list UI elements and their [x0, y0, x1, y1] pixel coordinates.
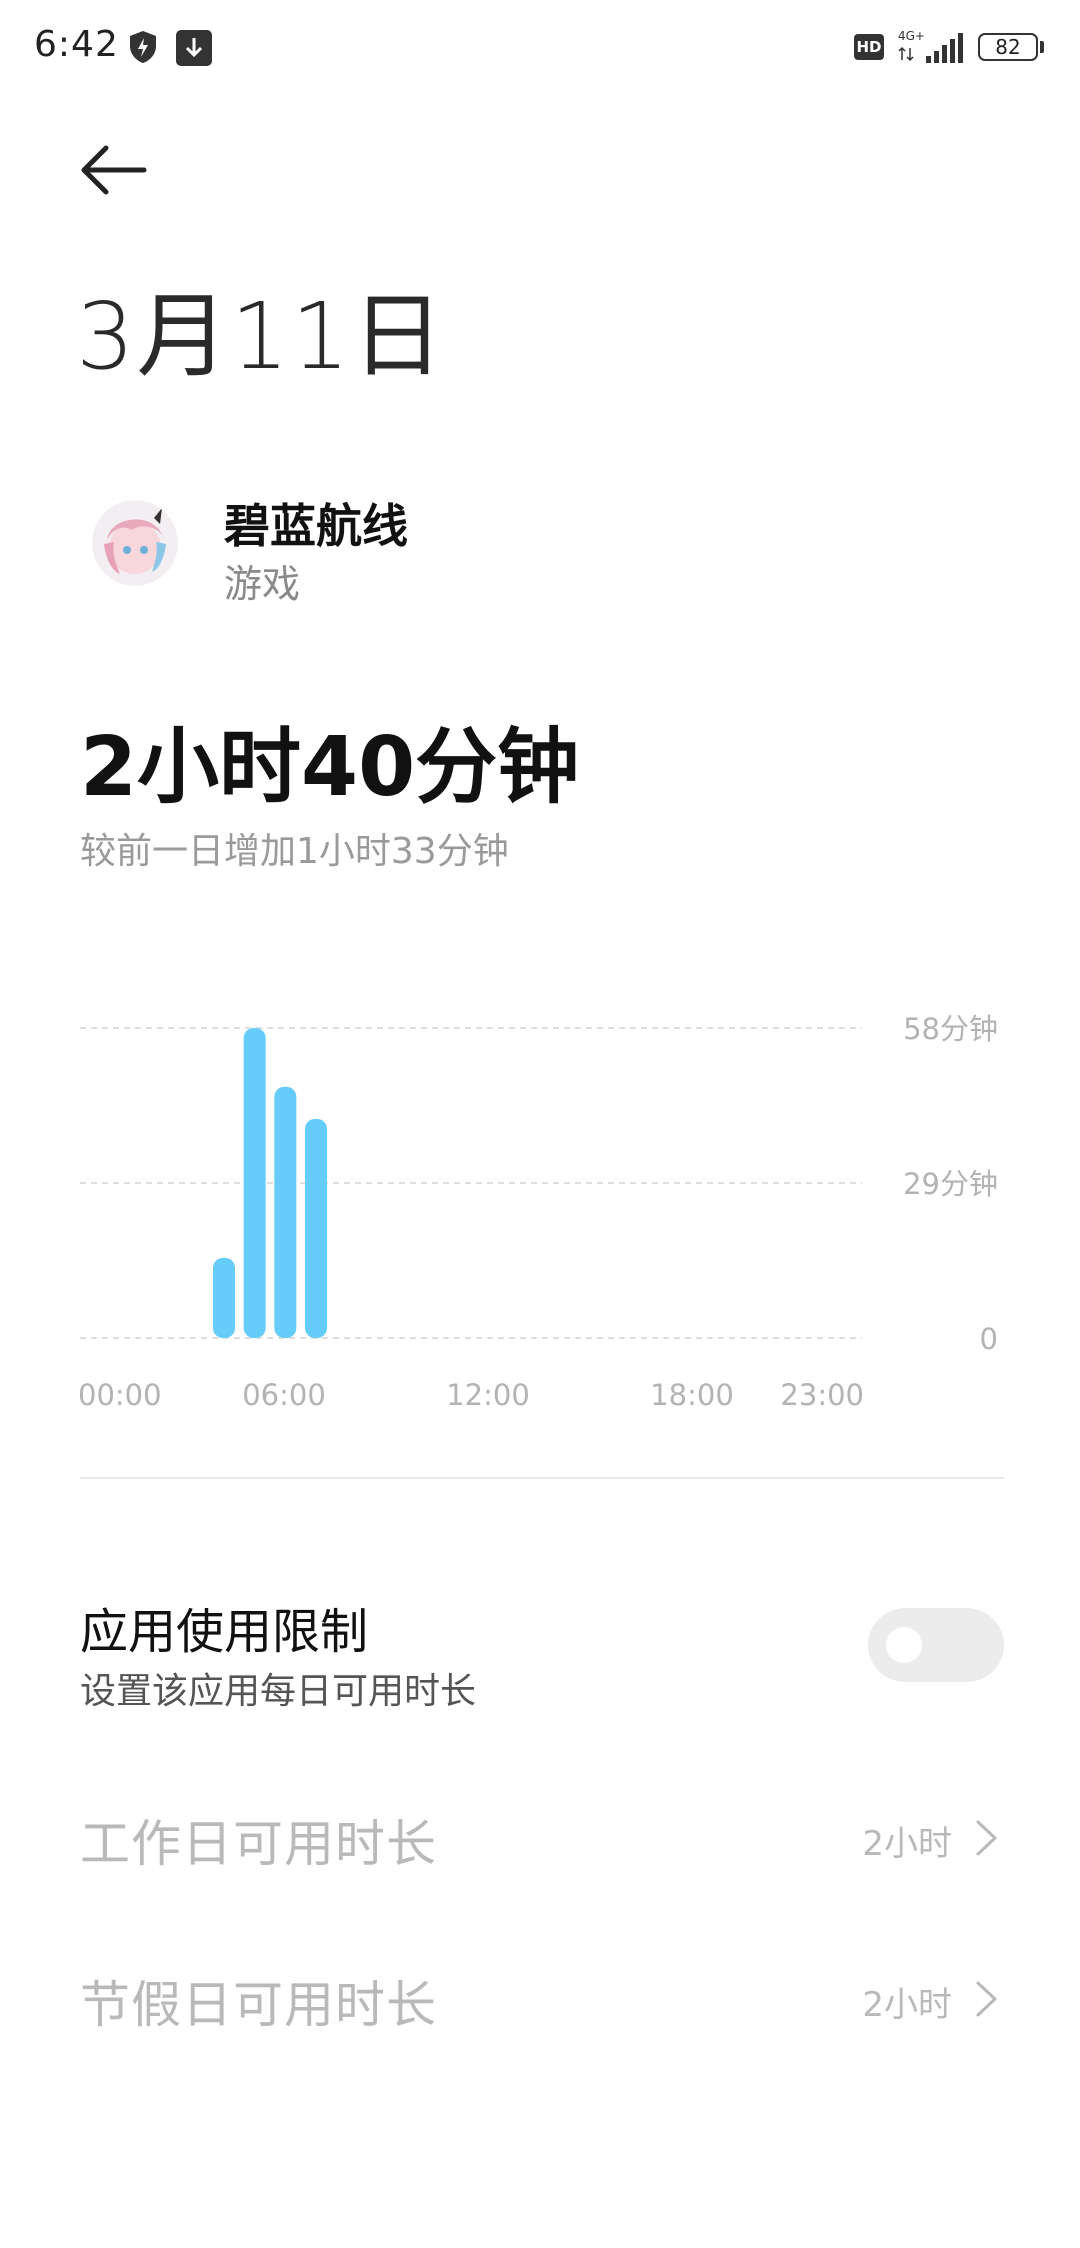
shield-icon	[130, 31, 156, 63]
x-tick-label: 12:00	[446, 1378, 530, 1412]
usage-bar	[243, 1028, 266, 1338]
workday-limit-row[interactable]: 工作日可用时长 2小时	[80, 1780, 1004, 1890]
row-value: 2小时	[862, 1824, 952, 1864]
y-tick-label: 29分钟	[903, 1167, 998, 1201]
row-label: 节假日可用时长	[80, 1976, 437, 2034]
page-title: 3月11日	[76, 283, 446, 390]
signal-icon: 4G+	[898, 29, 963, 63]
limit-subtitle: 设置该应用每日可用时长	[80, 1671, 477, 1712]
usage-chart: 58分钟 29分钟 0 00:00 06:00 12:00 18:00 23:00	[78, 1012, 998, 1412]
chevron-right-icon	[976, 1981, 997, 2017]
toggle-knob	[886, 1627, 922, 1663]
chevron-right-icon	[976, 1820, 997, 1856]
divider	[80, 1477, 1004, 1479]
usage-bar	[213, 1257, 235, 1338]
x-tick-label: 06:00	[242, 1378, 326, 1412]
app-icon	[92, 500, 178, 586]
x-tick-label: 18:00	[650, 1378, 734, 1412]
battery-icon: 82	[978, 33, 1038, 61]
x-tick-label: 23:00	[780, 1378, 864, 1412]
x-tick-label: 00:00	[78, 1378, 162, 1412]
usage-compare: 较前一日增加1小时33分钟	[80, 831, 509, 872]
status-bar: 6:42 HD 4G+ 82	[0, 0, 1080, 96]
y-tick-label: 0	[980, 1322, 998, 1356]
usage-bar	[274, 1086, 297, 1338]
row-label: 工作日可用时长	[80, 1815, 437, 1873]
app-category: 游戏	[224, 562, 301, 606]
network-label: 4G+	[898, 29, 925, 43]
hd-icon: HD	[854, 34, 884, 60]
usage-total: 2小时40分钟	[80, 720, 580, 815]
status-time: 6:42	[34, 24, 119, 65]
limit-toggle[interactable]	[868, 1608, 1004, 1682]
usage-bar	[305, 1118, 327, 1338]
limit-title: 应用使用限制	[80, 1604, 369, 1660]
download-icon	[176, 30, 212, 66]
app-name: 碧蓝航线	[224, 499, 408, 553]
row-value: 2小时	[862, 1985, 952, 2025]
y-tick-label: 58分钟	[903, 1012, 998, 1046]
battery-tip	[1040, 41, 1044, 53]
back-arrow-icon[interactable]	[78, 140, 148, 200]
holiday-limit-row[interactable]: 节假日可用时长 2小时	[80, 1941, 1004, 2051]
